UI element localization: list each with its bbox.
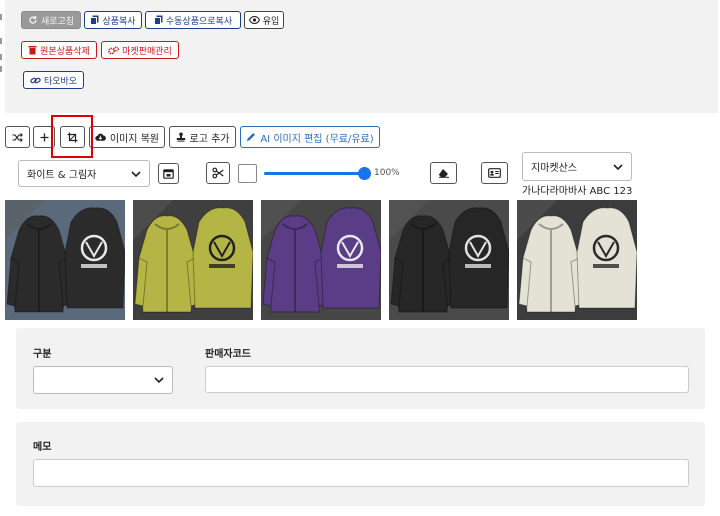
ai-image-edit-label: AI 이미지 편집 (무료/유료)	[260, 133, 374, 145]
delete-original-button[interactable]: 원본상품삭제	[21, 41, 97, 59]
plus-icon	[40, 133, 48, 141]
inflow-label: 유입	[262, 16, 280, 27]
cut-button[interactable]	[206, 162, 230, 184]
product-editor: 새로고침 상품복사 수동상품으로복사 유입 원본상품삭제 마켓판매관리 타오바오…	[0, 0, 720, 516]
copy-product-button[interactable]: 상품복사	[84, 11, 142, 29]
pencil-icon	[247, 133, 256, 141]
copy-icon	[90, 15, 99, 25]
background-select-value: 화이트 & 그림자	[27, 170, 97, 181]
color-picker-swatch[interactable]	[238, 164, 257, 183]
ai-image-edit-button[interactable]: AI 이미지 편집 (무료/유료)	[240, 126, 380, 148]
opacity-percent: 100%	[374, 168, 400, 178]
edge-marker	[0, 54, 2, 60]
product-image-4[interactable]	[389, 200, 509, 320]
product-image-2[interactable]	[133, 200, 253, 320]
id-card-icon	[488, 168, 501, 178]
category-select[interactable]	[33, 366, 173, 394]
inflow-button[interactable]: 유입	[244, 11, 284, 29]
market-manage-label: 마켓판매관리	[122, 46, 172, 57]
erase-button[interactable]	[430, 162, 457, 184]
jacket-image	[261, 200, 381, 320]
taobao-label: 타오바오	[43, 76, 78, 87]
copy-product-label: 상품복사	[102, 16, 136, 27]
market-manage-button[interactable]: 마켓판매관리	[101, 41, 179, 59]
delete-original-label: 원본상품삭제	[40, 46, 90, 57]
trash-icon	[28, 46, 37, 55]
opacity-slider[interactable]	[264, 167, 371, 180]
restore-image-button[interactable]: 이미지 복원	[89, 126, 165, 148]
restore-image-label: 이미지 복원	[109, 133, 159, 145]
font-select-value: 지마켓산스	[531, 163, 577, 174]
crop-button[interactable]	[60, 126, 85, 148]
add-button[interactable]	[33, 126, 55, 148]
gears-icon	[108, 45, 120, 54]
chevron-down-icon	[154, 377, 164, 383]
add-logo-button[interactable]: 로고 추가	[169, 126, 236, 148]
crop-icon	[67, 132, 78, 142]
scissors-icon	[212, 167, 224, 179]
chevron-down-icon	[613, 163, 623, 170]
window-icon	[163, 168, 174, 179]
copy-icon	[153, 15, 163, 25]
shuffle-button[interactable]	[5, 126, 30, 148]
memo-input[interactable]	[33, 459, 689, 487]
chevron-down-icon	[131, 170, 141, 177]
category-label: 구분	[33, 349, 52, 360]
link-icon	[30, 77, 41, 83]
taobao-button[interactable]: 타오바오	[23, 71, 84, 89]
refresh-icon	[29, 16, 37, 24]
background-select[interactable]: 화이트 & 그림자	[18, 160, 150, 187]
jacket-image	[389, 200, 509, 320]
opacity-slider-thumb[interactable]	[358, 167, 371, 180]
eye-icon	[248, 16, 260, 24]
shuffle-icon	[12, 132, 23, 142]
eraser-icon	[438, 169, 449, 178]
cloud-download-icon	[95, 133, 106, 141]
font-preview: 가나다라마바사 ABC 123	[522, 186, 633, 197]
font-select[interactable]: 지마켓산스	[522, 152, 632, 181]
manual-copy-button[interactable]: 수동상품으로복사	[145, 11, 241, 29]
seller-code-label: 판매자코드	[205, 349, 251, 360]
add-logo-label: 로고 추가	[189, 133, 230, 145]
refresh-button[interactable]: 새로고침	[21, 11, 81, 29]
edge-marker	[0, 14, 2, 20]
jacket-image	[5, 200, 125, 320]
manual-copy-label: 수동상품으로복사	[165, 16, 233, 27]
jacket-image	[133, 200, 253, 320]
edge-marker	[0, 38, 2, 44]
jacket-image	[517, 200, 637, 320]
product-image-3[interactable]	[261, 200, 381, 320]
opacity-slider-fill	[264, 172, 364, 175]
seller-code-input[interactable]	[205, 366, 689, 393]
product-image-1[interactable]	[5, 200, 125, 320]
save-layout-button[interactable]	[158, 163, 179, 184]
refresh-label: 새로고침	[40, 16, 75, 27]
product-image-5[interactable]	[517, 200, 637, 320]
memo-label: 메모	[33, 442, 52, 453]
edge-marker	[0, 66, 2, 72]
stamp-icon	[176, 132, 185, 142]
text-card-button[interactable]	[481, 162, 508, 184]
